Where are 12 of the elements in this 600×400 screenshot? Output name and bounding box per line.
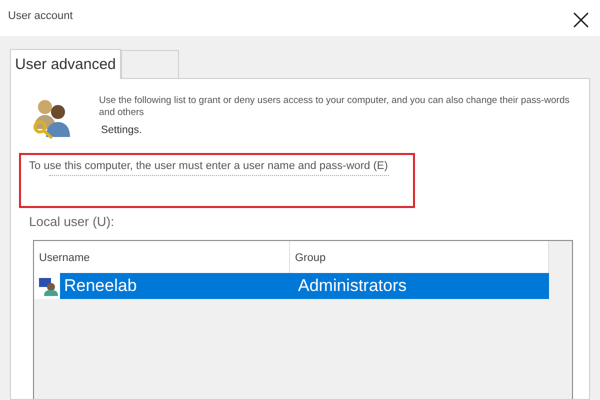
window-title: User account bbox=[8, 9, 73, 24]
users-list[interactable]: Username Group Reneelab Administrators bbox=[33, 240, 573, 399]
local-users-label: Local user (U): bbox=[29, 213, 116, 231]
description-text: Use the following list to grant or deny users access to your computer, and you can also change their pass-words and others bbox=[99, 95, 570, 119]
tab[interactable]: User advanced bbox=[10, 49, 121, 79]
username-cell-text: Reneelab bbox=[63, 274, 138, 297]
settings-text: Settings. bbox=[101, 123, 143, 138]
users-key-icon bbox=[31, 97, 73, 139]
group-cell-text: Administrators bbox=[297, 274, 408, 297]
login-requirement-label[interactable]: To use this computer, the user must enter a user name and pass-word (E) bbox=[29, 159, 389, 173]
user-computer-icon bbox=[38, 276, 58, 296]
user-row[interactable]: Reneelab Administrators bbox=[60, 272, 549, 298]
